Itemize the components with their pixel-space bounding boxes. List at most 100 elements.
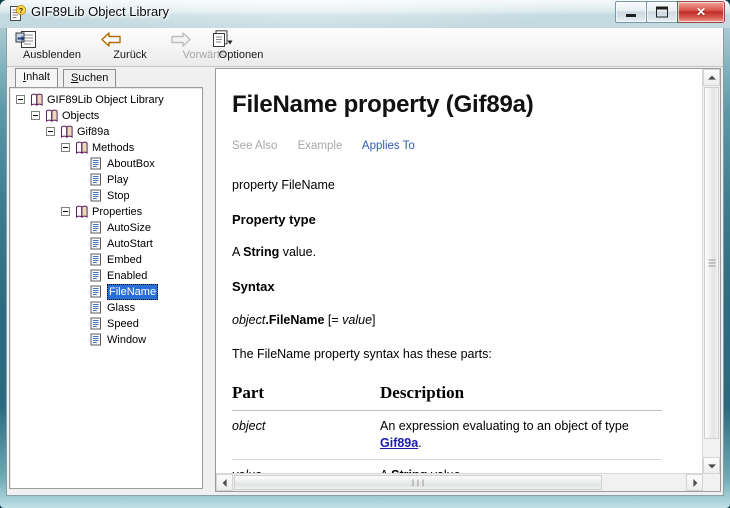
syntax-object: object xyxy=(232,312,266,327)
hide-pane-icon xyxy=(15,31,36,48)
property-declaration: property FileName xyxy=(232,177,335,192)
page-icon xyxy=(90,253,101,266)
tree-item-label: Play xyxy=(107,174,129,186)
vertical-scroll-thumb[interactable] xyxy=(704,87,719,439)
example-link[interactable]: Example xyxy=(298,140,343,152)
table-row: value A String value. xyxy=(232,459,662,474)
tree-item-label: AutoStart xyxy=(107,238,153,250)
syntax-value: value xyxy=(342,312,373,327)
tree-expander-minus-icon[interactable] xyxy=(31,111,40,120)
tree-item-properties[interactable]: Properties xyxy=(10,204,202,220)
toolbar-button-ausblenden[interactable]: Ausblenden xyxy=(15,30,89,64)
desc-pre: An expression evaluating to an object of… xyxy=(380,419,629,434)
pane-splitter[interactable] xyxy=(207,68,215,492)
tree-item-label: Embed xyxy=(107,254,142,266)
scroll-right-button[interactable] xyxy=(686,474,703,491)
svg-text:?: ? xyxy=(19,8,23,15)
tree-item-label: Stop xyxy=(107,190,130,202)
tree-item-gif89lib-object-library[interactable]: GIF89Lib Object Library xyxy=(10,92,202,108)
maximize-button[interactable] xyxy=(646,1,678,23)
tree-item-glass[interactable]: Glass xyxy=(10,300,202,316)
contents-tree[interactable]: GIF89Lib Object Library Objects Gif89a Meth… xyxy=(9,87,203,489)
tree-item-gif89a[interactable]: Gif89a xyxy=(10,124,202,140)
syntax-optional-close: ] xyxy=(372,312,376,327)
tree-item-autostart[interactable]: AutoStart xyxy=(10,236,202,252)
column-header-description: Description xyxy=(380,379,662,412)
book-icon xyxy=(76,205,88,218)
toolbar-button-optionen[interactable]: Optionen xyxy=(210,30,272,64)
tree-item-objects[interactable]: Objects xyxy=(10,108,202,124)
client-area: Ausblenden Zurück Vorwärts Optionen Inha… xyxy=(6,28,724,496)
tree-item-label: Window xyxy=(107,334,147,346)
tree-item-label: AboutBox xyxy=(107,158,155,170)
horizontal-scroll-thumb[interactable] xyxy=(234,475,602,490)
tree-item-speed[interactable]: Speed xyxy=(10,316,202,332)
tree-item-enabled[interactable]: Enabled xyxy=(10,268,202,284)
tree-item-aboutbox[interactable]: AboutBox xyxy=(10,156,202,172)
topic-document: FileName property (Gif89a) See Also Exam… xyxy=(216,69,703,474)
toolbar-label: Optionen xyxy=(218,49,264,61)
help-window: ? GIF89Lib Object Library ✕ Ausblenden Z… xyxy=(0,0,730,508)
tree-item-methods[interactable]: Methods xyxy=(10,140,202,156)
tab-suchen[interactable]: Suchen xyxy=(63,69,117,87)
tab-inhalt[interactable]: Inhalt xyxy=(15,68,58,87)
page-icon xyxy=(90,269,101,282)
minimize-button[interactable] xyxy=(615,1,647,23)
see-also-link[interactable]: See Also xyxy=(232,140,277,152)
parts-table: Part Description object An expression ev… xyxy=(232,379,662,474)
title-bar[interactable]: ? GIF89Lib Object Library ✕ xyxy=(0,0,730,28)
arrow-left-icon xyxy=(222,478,227,487)
table-row: object An expression evaluating to an ob… xyxy=(232,410,662,461)
parts-intro: The FileName property syntax has these p… xyxy=(232,346,492,361)
scroll-up-button[interactable] xyxy=(703,69,720,86)
tree-item-filename[interactable]: FileName xyxy=(10,284,202,300)
book-icon xyxy=(61,125,73,138)
arrow-right-icon xyxy=(692,478,697,487)
page-icon xyxy=(90,301,101,314)
page-icon xyxy=(90,285,101,298)
applies-to-link[interactable]: Applies To xyxy=(362,140,415,152)
tree-item-label: Methods xyxy=(92,142,135,154)
tree-item-autosize[interactable]: AutoSize xyxy=(10,220,202,236)
tree-item-embed[interactable]: Embed xyxy=(10,252,202,268)
options-icon xyxy=(213,30,233,47)
topic-vertical-scrollbar[interactable] xyxy=(702,69,720,474)
scrollbar-corner xyxy=(703,474,720,491)
topic-horizontal-scrollbar[interactable] xyxy=(216,473,703,491)
tree-expander-minus-icon[interactable] xyxy=(61,207,70,216)
syntax-line: object.FileName [= value] xyxy=(232,312,685,329)
tree-item-window[interactable]: Window xyxy=(10,332,202,348)
tree-expander-minus-icon[interactable] xyxy=(16,95,25,104)
cell-description: An expression evaluating to an object of… xyxy=(380,410,662,461)
tree-expander-minus-icon[interactable] xyxy=(46,127,55,136)
tree-expander-minus-icon[interactable] xyxy=(61,143,70,152)
desc-post: . xyxy=(418,436,422,451)
tree-item-label: Objects xyxy=(62,110,100,122)
caption-buttons: ✕ xyxy=(615,1,725,23)
tree-item-label: GIF89Lib Object Library xyxy=(47,94,164,106)
gif89a-link[interactable]: Gif89a xyxy=(380,436,418,450)
scroll-thumb-grip xyxy=(411,479,426,486)
cell-part: value xyxy=(232,459,380,474)
page-title: FileName property (Gif89a) xyxy=(232,91,534,118)
arrow-up-icon xyxy=(707,75,716,80)
page-icon xyxy=(90,189,101,202)
tree-item-label: FileName xyxy=(107,284,159,300)
tree-item-play[interactable]: Play xyxy=(10,172,202,188)
tree-item-stop[interactable]: Stop xyxy=(10,188,202,204)
page-icon xyxy=(90,237,101,250)
close-button[interactable]: ✕ xyxy=(677,1,725,23)
navigation-pane: Inhalt Suchen GIF89Lib Object Library Obj… xyxy=(9,68,205,492)
page-icon xyxy=(90,317,101,330)
syntax-optional-open: [= xyxy=(324,312,343,327)
scroll-down-button[interactable] xyxy=(703,457,720,474)
tab-strip: Inhalt Suchen xyxy=(9,68,205,87)
jump-links: See Also Example Applies To xyxy=(232,139,685,155)
book-icon xyxy=(46,109,58,122)
syntax-member: .FileName xyxy=(265,312,325,327)
client-bottom-edge xyxy=(7,493,723,495)
tab-suchen-label: uchen xyxy=(78,72,109,84)
toolbar-button-zurueck[interactable]: Zurück xyxy=(99,30,161,64)
table-header-row: Part Description xyxy=(232,379,662,412)
scroll-left-button[interactable] xyxy=(216,474,233,491)
